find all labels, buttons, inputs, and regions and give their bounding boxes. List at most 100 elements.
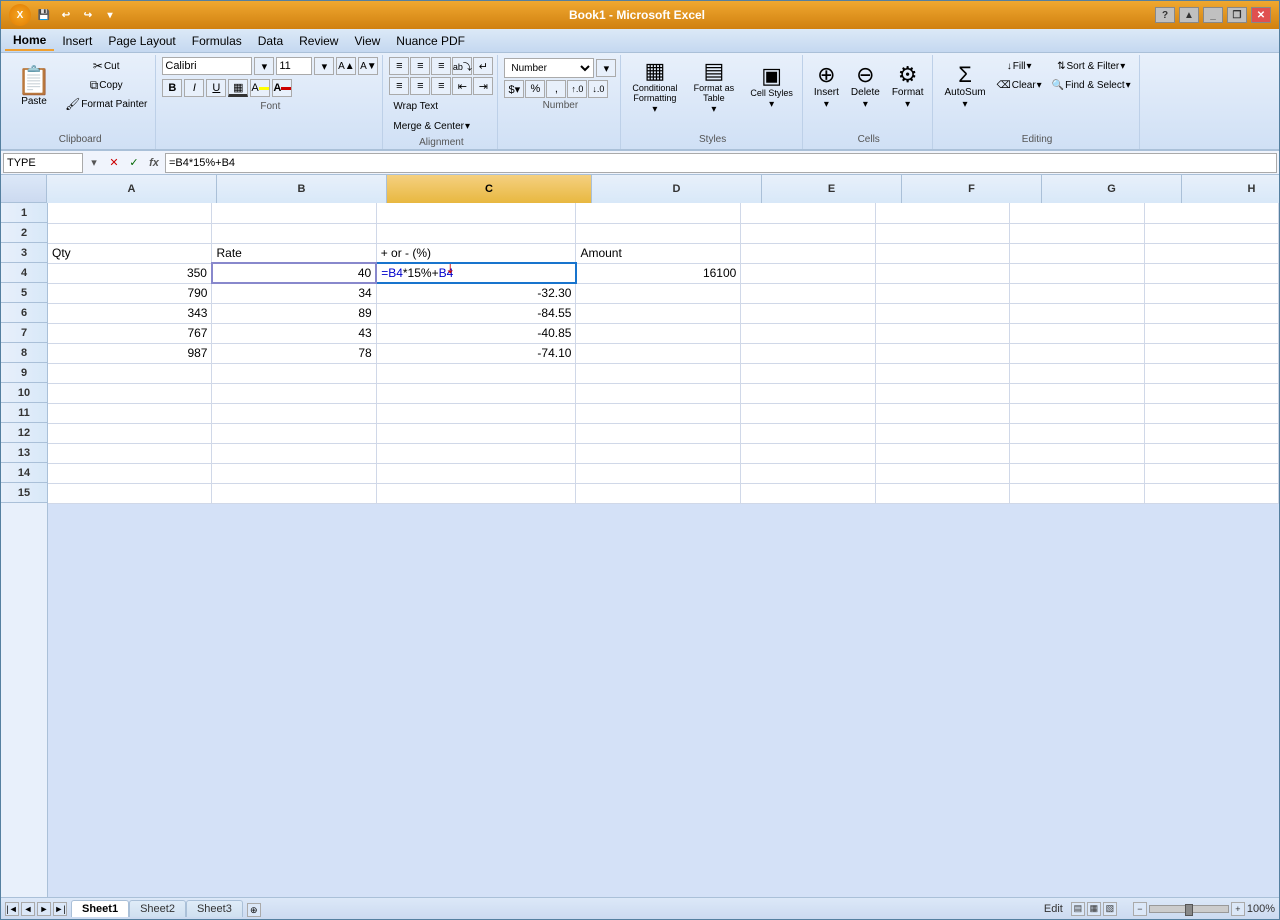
cell-F10[interactable] — [875, 383, 1009, 403]
cell-H11[interactable] — [1144, 403, 1278, 423]
page-layout-view-btn[interactable]: ▦ — [1087, 902, 1101, 916]
cell-H14[interactable] — [1144, 463, 1278, 483]
cell-B1[interactable] — [212, 203, 376, 223]
row-header-6[interactable]: 6 — [1, 303, 47, 323]
cell-G5[interactable] — [1010, 283, 1144, 303]
cell-A9[interactable] — [48, 363, 212, 383]
cut-button[interactable]: ✂ Cut — [61, 57, 151, 75]
cell-C1[interactable] — [376, 203, 576, 223]
cell-A2[interactable] — [48, 223, 212, 243]
last-sheet-btn[interactable]: ►| — [53, 902, 67, 916]
cell-H12[interactable] — [1144, 423, 1278, 443]
name-box[interactable] — [3, 153, 83, 173]
number-format-dropdown[interactable]: ▾ — [596, 59, 616, 77]
zoom-slider[interactable] — [1149, 905, 1229, 913]
cell-A1[interactable] — [48, 203, 212, 223]
cell-B12[interactable] — [212, 423, 376, 443]
cell-C10[interactable] — [376, 383, 576, 403]
cell-G14[interactable] — [1010, 463, 1144, 483]
row-header-14[interactable]: 14 — [1, 463, 47, 483]
cell-D1[interactable] — [576, 203, 741, 223]
cell-E14[interactable] — [741, 463, 875, 483]
cell-D10[interactable] — [576, 383, 741, 403]
formula-input[interactable] — [165, 153, 1277, 173]
cell-E8[interactable] — [741, 343, 875, 363]
normal-view-btn[interactable]: ▤ — [1071, 902, 1085, 916]
cell-C15[interactable] — [376, 483, 576, 503]
cell-F6[interactable] — [875, 303, 1009, 323]
col-header-D[interactable]: D — [592, 175, 762, 203]
minimize-btn[interactable]: _ — [1203, 7, 1223, 23]
align-top-center-btn[interactable]: ≡ — [410, 57, 430, 75]
sort-filter-btn[interactable]: ⇅ Sort & Filter ▾ — [1048, 57, 1135, 75]
save-qat-btn[interactable]: 💾 — [35, 7, 53, 23]
align-left-btn[interactable]: ≡ — [389, 77, 409, 95]
format-painter-button[interactable]: 🖌 Format Painter — [61, 95, 151, 113]
menu-nuance-pdf[interactable]: Nuance PDF — [388, 32, 473, 50]
cell-F4[interactable] — [875, 263, 1009, 283]
cell-B14[interactable] — [212, 463, 376, 483]
cell-D8[interactable] — [576, 343, 741, 363]
row-header-12[interactable]: 12 — [1, 423, 47, 443]
border-btn[interactable]: ▦ — [228, 79, 248, 97]
cell-A8[interactable]: 987 — [48, 343, 212, 363]
cell-E13[interactable] — [741, 443, 875, 463]
cell-G11[interactable] — [1010, 403, 1144, 423]
menu-insert[interactable]: Insert — [54, 32, 100, 50]
cell-styles-btn[interactable]: ▣ Cell Styles ▾ — [745, 57, 798, 117]
cell-H7[interactable] — [1144, 323, 1278, 343]
menu-view[interactable]: View — [346, 32, 388, 50]
next-sheet-btn[interactable]: ► — [37, 902, 51, 916]
orient-btn[interactable]: ab⤵ — [452, 57, 472, 75]
insert-btn[interactable]: ⊕ Insert ▾ — [809, 57, 844, 117]
cell-B13[interactable] — [212, 443, 376, 463]
row-header-5[interactable]: 5 — [1, 283, 47, 303]
menu-formulas[interactable]: Formulas — [184, 32, 250, 50]
cell-G15[interactable] — [1010, 483, 1144, 503]
underline-btn[interactable]: U — [206, 79, 226, 97]
wrap-indent-btn[interactable]: ↵ — [473, 57, 493, 75]
name-box-dropdown[interactable]: ▾ — [85, 154, 103, 172]
sheet-tab-sheet1[interactable]: Sheet1 — [71, 900, 129, 917]
percent-btn[interactable]: % — [525, 80, 545, 98]
cell-C5[interactable]: -32.30 — [376, 283, 576, 303]
decrease-indent-btn[interactable]: ⇤ — [452, 77, 472, 95]
row-header-3[interactable]: 3 — [1, 243, 47, 263]
row-header-2[interactable]: 2 — [1, 223, 47, 243]
cell-F5[interactable] — [875, 283, 1009, 303]
row-header-11[interactable]: 11 — [1, 403, 47, 423]
format-as-table-btn[interactable]: ▤ Format as Table ▾ — [686, 57, 741, 118]
cell-C2[interactable] — [376, 223, 576, 243]
cell-C12[interactable] — [376, 423, 576, 443]
cell-E5[interactable] — [741, 283, 875, 303]
undo-qat-btn[interactable]: ↩ — [57, 7, 75, 23]
cell-E11[interactable] — [741, 403, 875, 423]
cell-E12[interactable] — [741, 423, 875, 443]
cell-A10[interactable] — [48, 383, 212, 403]
row-header-7[interactable]: 7 — [1, 323, 47, 343]
cell-C14[interactable] — [376, 463, 576, 483]
cell-B4[interactable]: 40 — [212, 263, 376, 283]
cell-D4[interactable]: 16100 — [576, 263, 741, 283]
cell-H2[interactable] — [1144, 223, 1278, 243]
cell-H8[interactable] — [1144, 343, 1278, 363]
format-btn[interactable]: ⚙ Format ▾ — [887, 57, 929, 117]
cell-F9[interactable] — [875, 363, 1009, 383]
col-header-B[interactable]: B — [217, 175, 387, 203]
cell-C13[interactable] — [376, 443, 576, 463]
clear-btn[interactable]: ⌫ Clear ▾ — [993, 76, 1046, 94]
restore-btn[interactable]: ❐ — [1227, 7, 1247, 23]
help-btn[interactable]: ? — [1155, 7, 1175, 23]
cell-A7[interactable]: 767 — [48, 323, 212, 343]
cell-A3[interactable]: Qty — [48, 243, 212, 263]
prev-sheet-btn[interactable]: ◄ — [21, 902, 35, 916]
col-header-H[interactable]: H — [1182, 175, 1279, 203]
cell-A4[interactable]: 350 — [48, 263, 212, 283]
cell-E2[interactable] — [741, 223, 875, 243]
cell-G13[interactable] — [1010, 443, 1144, 463]
cell-F12[interactable] — [875, 423, 1009, 443]
cell-B15[interactable] — [212, 483, 376, 503]
align-top-right-btn[interactable]: ≡ — [431, 57, 451, 75]
cell-G8[interactable] — [1010, 343, 1144, 363]
cell-D2[interactable] — [576, 223, 741, 243]
